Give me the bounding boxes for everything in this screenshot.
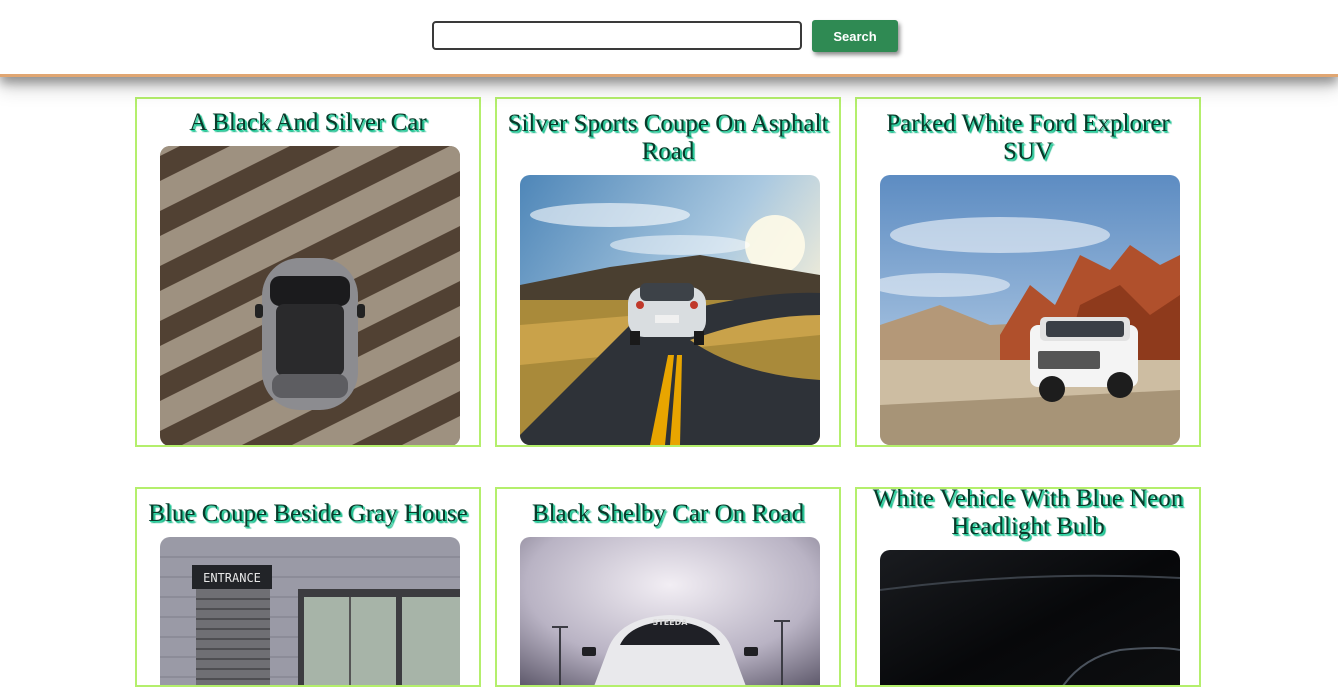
car-photo[interactable]	[880, 550, 1180, 685]
card-title: Blue Coupe Beside Gray House	[148, 500, 468, 527]
card-title: A Black And Silver Car	[189, 109, 427, 136]
search-button[interactable]: Search	[812, 20, 898, 52]
svg-text:ENTRANCE: ENTRANCE	[203, 571, 261, 585]
svg-text:STEEDA: STEEDA	[653, 618, 689, 627]
car-card[interactable]: A Black And Silver Car	[135, 97, 481, 447]
car-card[interactable]: Parked White Ford Explorer SUV	[855, 97, 1201, 447]
search-input[interactable]	[432, 21, 802, 50]
car-card[interactable]: Blue Coupe Beside Gray House ENTRANCE	[135, 487, 481, 687]
card-title: Black Shelby Car On Road	[531, 500, 805, 527]
search-header: Search	[0, 0, 1338, 77]
card-title: White Vehicle With Blue Neon Headlight B…	[872, 487, 1184, 540]
car-card[interactable]: Black Shelby Car On Road STEEDA	[495, 487, 841, 687]
car-photo[interactable]	[160, 146, 460, 445]
car-card[interactable]: White Vehicle With Blue Neon Headlight B…	[855, 487, 1201, 687]
car-photo[interactable]	[520, 175, 820, 445]
card-title: Parked White Ford Explorer SUV	[886, 110, 1170, 165]
car-card[interactable]: Silver Sports Coupe On Asphalt Road	[495, 97, 841, 447]
car-photo[interactable]: STEEDA	[520, 537, 820, 685]
car-photo[interactable]	[880, 175, 1180, 445]
card-title: Silver Sports Coupe On Asphalt Road	[507, 110, 829, 165]
car-photo[interactable]: ENTRANCE	[160, 537, 460, 685]
